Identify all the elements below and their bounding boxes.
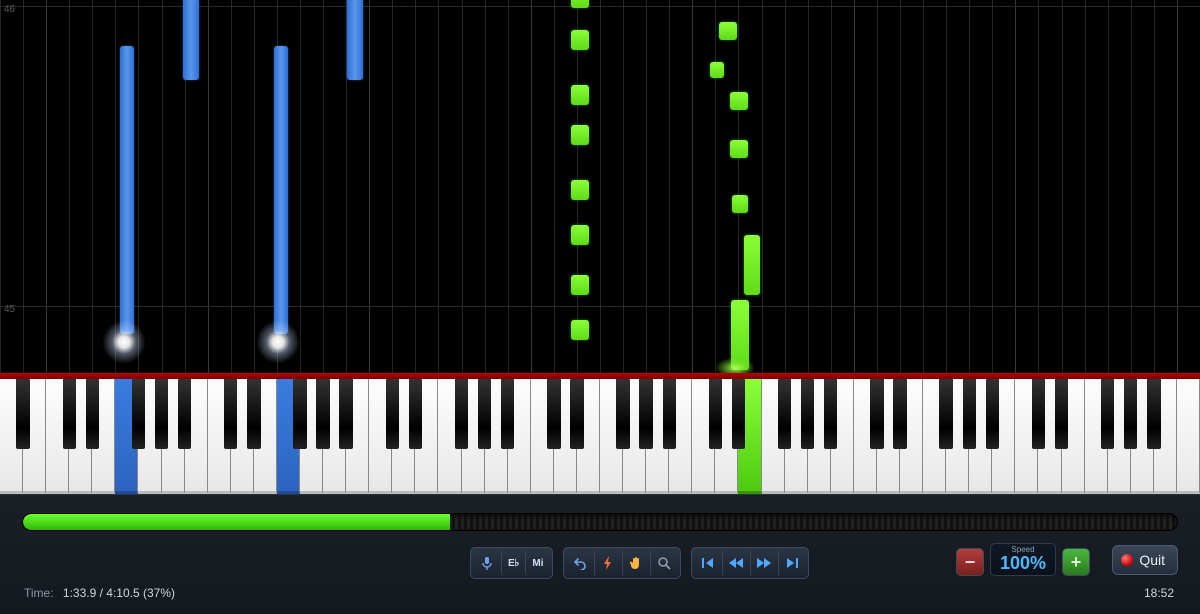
black-key[interactable] xyxy=(293,379,306,449)
rew-icon xyxy=(728,557,744,569)
forward-button[interactable] xyxy=(750,550,778,576)
falling-note xyxy=(730,92,748,110)
falling-note xyxy=(571,85,589,105)
black-key[interactable] xyxy=(570,379,583,449)
falling-note xyxy=(710,62,724,78)
black-key[interactable] xyxy=(1147,379,1160,449)
falling-note xyxy=(732,195,748,213)
hand-icon xyxy=(629,556,643,570)
black-key[interactable] xyxy=(778,379,791,449)
black-key[interactable] xyxy=(870,379,883,449)
falling-note xyxy=(571,180,589,200)
black-key[interactable] xyxy=(939,379,952,449)
black-key[interactable] xyxy=(963,379,976,449)
toolbar-group xyxy=(563,547,681,579)
falling-note xyxy=(730,140,748,158)
black-key[interactable] xyxy=(86,379,99,449)
falling-note xyxy=(347,0,363,80)
speed-display: Speed 100% xyxy=(990,543,1056,576)
black-key[interactable] xyxy=(986,379,999,449)
black-key[interactable] xyxy=(547,379,560,449)
black-key[interactable] xyxy=(386,379,399,449)
falling-note xyxy=(571,30,589,50)
black-key[interactable] xyxy=(1101,379,1114,449)
black-key[interactable] xyxy=(455,379,468,449)
hand-button[interactable] xyxy=(622,550,650,576)
note-fall-area: 46 45 xyxy=(0,0,1200,375)
black-key[interactable] xyxy=(155,379,168,449)
prev-track-button[interactable] xyxy=(694,550,722,576)
falling-note xyxy=(120,46,134,334)
mic-icon xyxy=(481,556,493,570)
toolbar-group: E♭Mi xyxy=(470,547,553,579)
black-key[interactable] xyxy=(339,379,352,449)
zoom-button[interactable] xyxy=(650,550,678,576)
speed-value: 100% xyxy=(1000,554,1046,572)
black-key[interactable] xyxy=(639,379,652,449)
falling-note xyxy=(731,300,749,370)
zoom-icon xyxy=(657,556,671,570)
wall-clock: 18:52 xyxy=(1144,586,1174,600)
toolbar: E♭Mi xyxy=(470,547,809,579)
mi-button[interactable]: Mi xyxy=(525,550,549,576)
speed-decrease-button[interactable]: − xyxy=(956,548,984,576)
progress-fill xyxy=(23,514,450,530)
black-key[interactable] xyxy=(616,379,629,449)
ff-icon xyxy=(756,557,772,569)
falling-note xyxy=(571,225,589,245)
black-key[interactable] xyxy=(132,379,145,449)
time-readout: Time: 1:33.9 / 4:10.5 (37%) xyxy=(24,586,175,600)
falling-note xyxy=(571,320,589,340)
speed-increase-button[interactable]: + xyxy=(1062,548,1090,576)
black-key[interactable] xyxy=(316,379,329,449)
black-key[interactable] xyxy=(1032,379,1045,449)
record-dot-icon xyxy=(1121,554,1133,566)
black-key[interactable] xyxy=(1124,379,1137,449)
speed-control: − Speed 100% + xyxy=(956,543,1090,576)
next-track-button[interactable] xyxy=(778,550,806,576)
falling-note xyxy=(571,275,589,295)
undo-icon xyxy=(573,556,587,570)
rewind-button[interactable] xyxy=(722,550,750,576)
skipfwd-icon xyxy=(785,557,799,569)
piano-keyboard[interactable] xyxy=(0,379,1200,494)
bolt-icon xyxy=(602,556,614,570)
black-key[interactable] xyxy=(824,379,837,449)
time-value: 1:33.9 / 4:10.5 (37%) xyxy=(63,586,175,600)
falling-note xyxy=(571,125,589,145)
black-key[interactable] xyxy=(409,379,422,449)
black-key[interactable] xyxy=(63,379,76,449)
progress-bar[interactable] xyxy=(22,513,1178,531)
black-key[interactable] xyxy=(732,379,745,449)
transport-bar: E♭Mi − Speed 100% + Quit Time: 1:33.9 / … xyxy=(0,494,1200,614)
falling-note xyxy=(744,235,760,295)
black-key[interactable] xyxy=(709,379,722,449)
undo-button[interactable] xyxy=(566,550,594,576)
quit-button[interactable]: Quit xyxy=(1112,545,1178,575)
black-key[interactable] xyxy=(663,379,676,449)
falling-note xyxy=(274,46,288,334)
black-key[interactable] xyxy=(1055,379,1068,449)
black-key[interactable] xyxy=(178,379,191,449)
black-key[interactable] xyxy=(478,379,491,449)
mic-button[interactable] xyxy=(473,550,501,576)
black-key[interactable] xyxy=(16,379,29,449)
black-key[interactable] xyxy=(501,379,514,449)
white-key[interactable] xyxy=(1177,379,1200,494)
falling-note xyxy=(719,22,737,40)
black-key[interactable] xyxy=(801,379,814,449)
measure-label: 45 xyxy=(4,304,15,315)
metronome-button[interactable] xyxy=(594,550,622,576)
black-key[interactable] xyxy=(247,379,260,449)
black-key[interactable] xyxy=(893,379,906,449)
eb-button[interactable]: E♭ xyxy=(501,550,525,576)
skipback-icon xyxy=(701,557,715,569)
black-key[interactable] xyxy=(224,379,237,449)
toolbar-group xyxy=(691,547,809,579)
measure-label: 46 xyxy=(4,4,15,15)
quit-label: Quit xyxy=(1139,552,1165,568)
falling-note xyxy=(183,0,199,80)
time-label: Time: xyxy=(24,586,54,600)
falling-note xyxy=(571,0,589,8)
